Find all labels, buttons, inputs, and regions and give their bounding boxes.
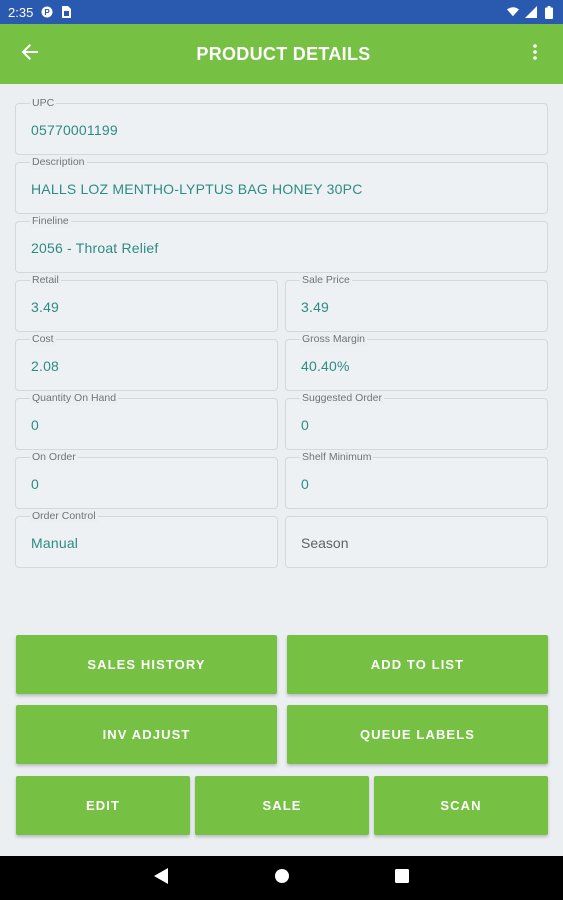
quantity-on-hand-field[interactable]: Quantity On Hand 0 — [15, 392, 278, 450]
cost-field[interactable]: Cost 2.08 — [15, 333, 278, 391]
battery-icon — [543, 5, 555, 19]
order-control-field[interactable]: Order Control Manual — [15, 510, 278, 568]
fineline-field[interactable]: Fineline 2056 - Throat Relief — [15, 215, 548, 273]
fineline-label: Fineline — [30, 215, 71, 228]
sale-price-label: Sale Price — [300, 274, 352, 287]
on-order-value: 0 — [31, 476, 39, 492]
retail-field[interactable]: Retail 3.49 — [15, 274, 278, 332]
product-details-form: UPC 05770001199 Description HALLS LOZ ME… — [0, 84, 563, 856]
app-bar: PRODUCT DETAILS — [0, 24, 563, 84]
season-placeholder: Season — [301, 535, 349, 551]
shelf-minimum-label: Shelf Minimum — [300, 451, 374, 464]
retail-label: Retail — [30, 274, 61, 287]
upc-label: UPC — [30, 97, 57, 110]
retail-value: 3.49 — [31, 299, 60, 315]
on-order-label: On Order — [30, 451, 78, 464]
season-field[interactable]: Season — [285, 516, 548, 568]
sim-card-icon — [59, 6, 71, 18]
description-value: HALLS LOZ MENTHO-LYPTUS BAG HONEY 30PC — [31, 181, 363, 197]
wifi-icon — [507, 6, 519, 18]
back-button[interactable] — [0, 24, 60, 84]
sale-price-value: 3.49 — [301, 299, 330, 315]
inv-adjust-button[interactable]: INV ADJUST — [16, 705, 277, 764]
sale-price-field[interactable]: Sale Price 3.49 — [285, 274, 548, 332]
quantity-on-hand-label: Quantity On Hand — [30, 392, 119, 405]
shelf-minimum-value: 0 — [301, 476, 309, 492]
p-notification-icon: P — [41, 6, 53, 18]
status-time: 2:35 — [8, 4, 34, 20]
suggested-order-field[interactable]: Suggested Order 0 — [285, 392, 548, 450]
shelf-minimum-field[interactable]: Shelf Minimum 0 — [285, 451, 548, 509]
nav-home-button[interactable] — [252, 856, 312, 900]
signal-icon — [525, 6, 537, 18]
fineline-value: 2056 - Throat Relief — [31, 240, 159, 256]
suggested-order-label: Suggested Order — [300, 392, 384, 405]
add-to-list-button[interactable]: ADD TO LIST — [287, 635, 548, 694]
edit-button[interactable]: EDIT — [16, 776, 190, 835]
quantity-on-hand-value: 0 — [31, 417, 39, 433]
sale-button[interactable]: SALE — [195, 776, 369, 835]
more-vert-icon — [533, 43, 537, 65]
description-label: Description — [30, 156, 87, 169]
sales-history-button[interactable]: SALES HISTORY — [16, 635, 277, 694]
status-bar: 2:35 P — [0, 0, 563, 24]
system-nav-bar — [0, 856, 563, 900]
cost-label: Cost — [30, 333, 56, 346]
recents-square-icon — [395, 868, 409, 888]
gross-margin-label: Gross Margin — [300, 333, 368, 346]
queue-labels-button[interactable]: QUEUE LABELS — [287, 705, 548, 764]
upc-field[interactable]: UPC 05770001199 — [15, 97, 548, 155]
upc-value: 05770001199 — [31, 122, 118, 138]
cost-value: 2.08 — [31, 358, 60, 374]
page-title: PRODUCT DETAILS — [196, 43, 371, 64]
nav-recents-button[interactable] — [372, 856, 432, 900]
back-triangle-icon — [154, 867, 168, 889]
order-control-label: Order Control — [30, 510, 98, 523]
arrow-back-icon — [21, 43, 39, 66]
home-circle-icon — [275, 868, 289, 888]
suggested-order-value: 0 — [301, 417, 309, 433]
description-field[interactable]: Description HALLS LOZ MENTHO-LYPTUS BAG … — [15, 156, 548, 214]
gross-margin-value: 40.40% — [301, 358, 350, 374]
svg-text:P: P — [45, 8, 51, 17]
scan-button[interactable]: SCAN — [374, 776, 548, 835]
order-control-value: Manual — [31, 535, 79, 551]
overflow-menu-button[interactable] — [507, 24, 563, 84]
nav-back-button[interactable] — [131, 856, 191, 900]
gross-margin-field[interactable]: Gross Margin 40.40% — [285, 333, 548, 391]
on-order-field[interactable]: On Order 0 — [15, 451, 278, 509]
